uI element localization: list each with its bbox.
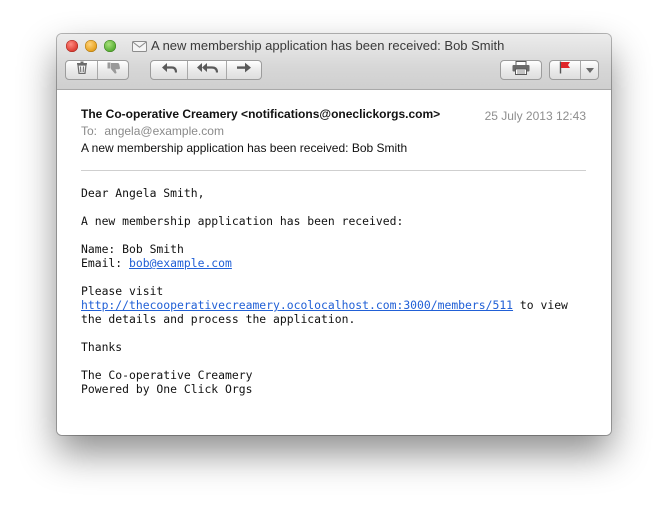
close-window-button[interactable] bbox=[66, 40, 78, 52]
email-label: Email: bbox=[81, 256, 123, 270]
visit-text: Please visit bbox=[81, 284, 164, 298]
envelope-icon bbox=[132, 40, 147, 58]
flag-menu-button[interactable] bbox=[581, 61, 598, 79]
member-link[interactable]: http://thecooperativecreamery.ocolocalho… bbox=[81, 298, 513, 312]
recipient[interactable]: angela@example.com bbox=[104, 124, 224, 138]
reply-button[interactable] bbox=[151, 61, 187, 79]
thumbs-down-icon bbox=[107, 61, 121, 79]
junk-button[interactable] bbox=[98, 61, 129, 79]
visit-tail-text: the details and process the application. bbox=[81, 312, 356, 326]
message-date: 25 July 2013 12:43 bbox=[484, 109, 586, 123]
window-title: A new membership application has been re… bbox=[151, 38, 505, 53]
forward-button[interactable] bbox=[227, 61, 261, 79]
mail-window: A new membership application has been re… bbox=[57, 34, 611, 435]
message-view: The Co-operative Creamery <notifications… bbox=[57, 90, 611, 435]
minimize-window-button[interactable] bbox=[85, 40, 97, 52]
reply-icon bbox=[161, 61, 178, 79]
greeting: Dear Angela Smith, bbox=[81, 186, 205, 200]
signature-powered: Powered by One Click Orgs bbox=[81, 382, 253, 396]
email-link[interactable]: bob@example.com bbox=[129, 256, 232, 270]
title-bar[interactable]: A new membership application has been re… bbox=[57, 34, 611, 90]
to-label: To: bbox=[81, 124, 98, 138]
thanks-text: Thanks bbox=[81, 340, 123, 354]
reply-group bbox=[150, 60, 262, 80]
flag-group bbox=[549, 60, 599, 80]
forward-icon bbox=[236, 61, 252, 79]
print-button[interactable] bbox=[500, 60, 542, 80]
trash-icon bbox=[76, 61, 88, 79]
signature-org: The Co-operative Creamery bbox=[81, 368, 253, 382]
flag-icon bbox=[559, 61, 571, 79]
visit-after-text: to view bbox=[513, 298, 568, 312]
printer-icon bbox=[512, 60, 530, 80]
applicant-details: Name: Bob Smith Email: bob@example.com bbox=[81, 242, 591, 270]
reply-all-button[interactable] bbox=[188, 61, 226, 79]
reply-all-icon bbox=[196, 61, 219, 79]
name-line: Name: Bob Smith bbox=[81, 242, 184, 256]
signature: The Co-operative Creamery Powered by One… bbox=[81, 368, 591, 396]
zoom-window-button[interactable] bbox=[104, 40, 116, 52]
visit-paragraph: Please visit http://thecooperativecreame… bbox=[81, 284, 591, 326]
sender[interactable]: The Co-operative Creamery <notifications… bbox=[81, 107, 440, 121]
message-subject: A new membership application has been re… bbox=[81, 141, 408, 155]
delete-junk-group bbox=[65, 60, 129, 80]
flag-button[interactable] bbox=[550, 61, 580, 79]
chevron-down-icon bbox=[585, 61, 594, 79]
intro-text: A new membership application has been re… bbox=[81, 214, 404, 228]
message-body: Dear Angela Smith, A new membership appl… bbox=[81, 186, 591, 410]
header-divider bbox=[81, 170, 586, 171]
delete-button[interactable] bbox=[66, 61, 97, 79]
recipient-row: To: angela@example.com bbox=[81, 124, 224, 138]
